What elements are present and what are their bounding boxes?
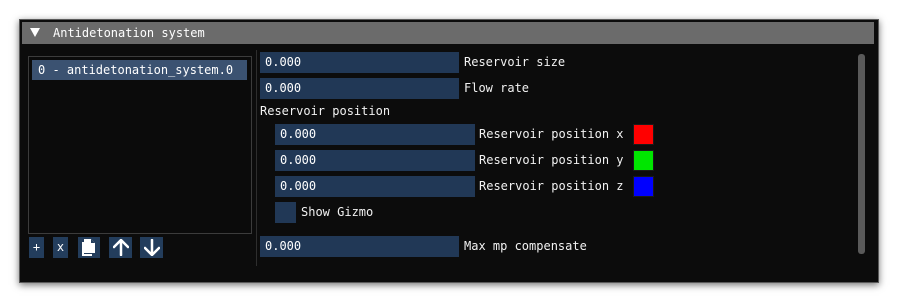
scrollbar-thumb[interactable] <box>858 54 865 254</box>
pane-divider <box>256 50 257 266</box>
arrow-up-icon <box>112 239 129 256</box>
panel-title: Antidetonation system <box>53 26 205 40</box>
reservoir-size-label: Reservoir size <box>464 55 566 69</box>
reservoir-size-input[interactable]: 0.000 <box>260 52 459 73</box>
collapse-arrow-icon[interactable] <box>30 28 40 37</box>
flow-rate-label: Flow rate <box>464 81 530 95</box>
reservoir-position-header: Reservoir position <box>260 104 391 118</box>
reservoir-position-x-input[interactable]: 0.000 <box>275 124 475 145</box>
copy-icon <box>82 239 95 256</box>
add-button[interactable]: + <box>29 237 44 258</box>
reservoir-position-y-input[interactable]: 0.000 <box>275 150 475 171</box>
show-gizmo-label: Show Gizmo <box>301 205 374 219</box>
arrow-down-icon <box>143 239 160 256</box>
remove-button[interactable]: x <box>53 237 68 258</box>
list-item[interactable]: 0 - antidetonation_system.0 <box>32 60 247 80</box>
duplicate-button[interactable] <box>78 237 100 258</box>
reservoir-position-y-label: Reservoir position y <box>479 153 624 167</box>
x-axis-color-swatch <box>633 124 654 145</box>
antidetonation-panel: Antidetonation system 0 - antidetonation… <box>19 19 879 283</box>
y-axis-color-swatch <box>633 150 654 171</box>
reservoir-position-z-input[interactable]: 0.000 <box>275 176 475 197</box>
move-down-button[interactable] <box>140 237 163 258</box>
max-mp-compensate-input[interactable]: 0.000 <box>260 236 459 257</box>
reservoir-position-z-label: Reservoir position z <box>479 179 624 193</box>
z-axis-color-swatch <box>633 176 654 197</box>
move-up-button[interactable] <box>109 237 132 258</box>
panel-header[interactable]: Antidetonation system <box>22 22 874 44</box>
show-gizmo-checkbox[interactable] <box>275 202 296 223</box>
max-mp-compensate-label: Max mp compensate <box>464 239 587 253</box>
instance-list: 0 - antidetonation_system.0 <box>28 56 252 234</box>
reservoir-position-x-label: Reservoir position x <box>479 127 624 141</box>
flow-rate-input[interactable]: 0.000 <box>260 78 459 99</box>
